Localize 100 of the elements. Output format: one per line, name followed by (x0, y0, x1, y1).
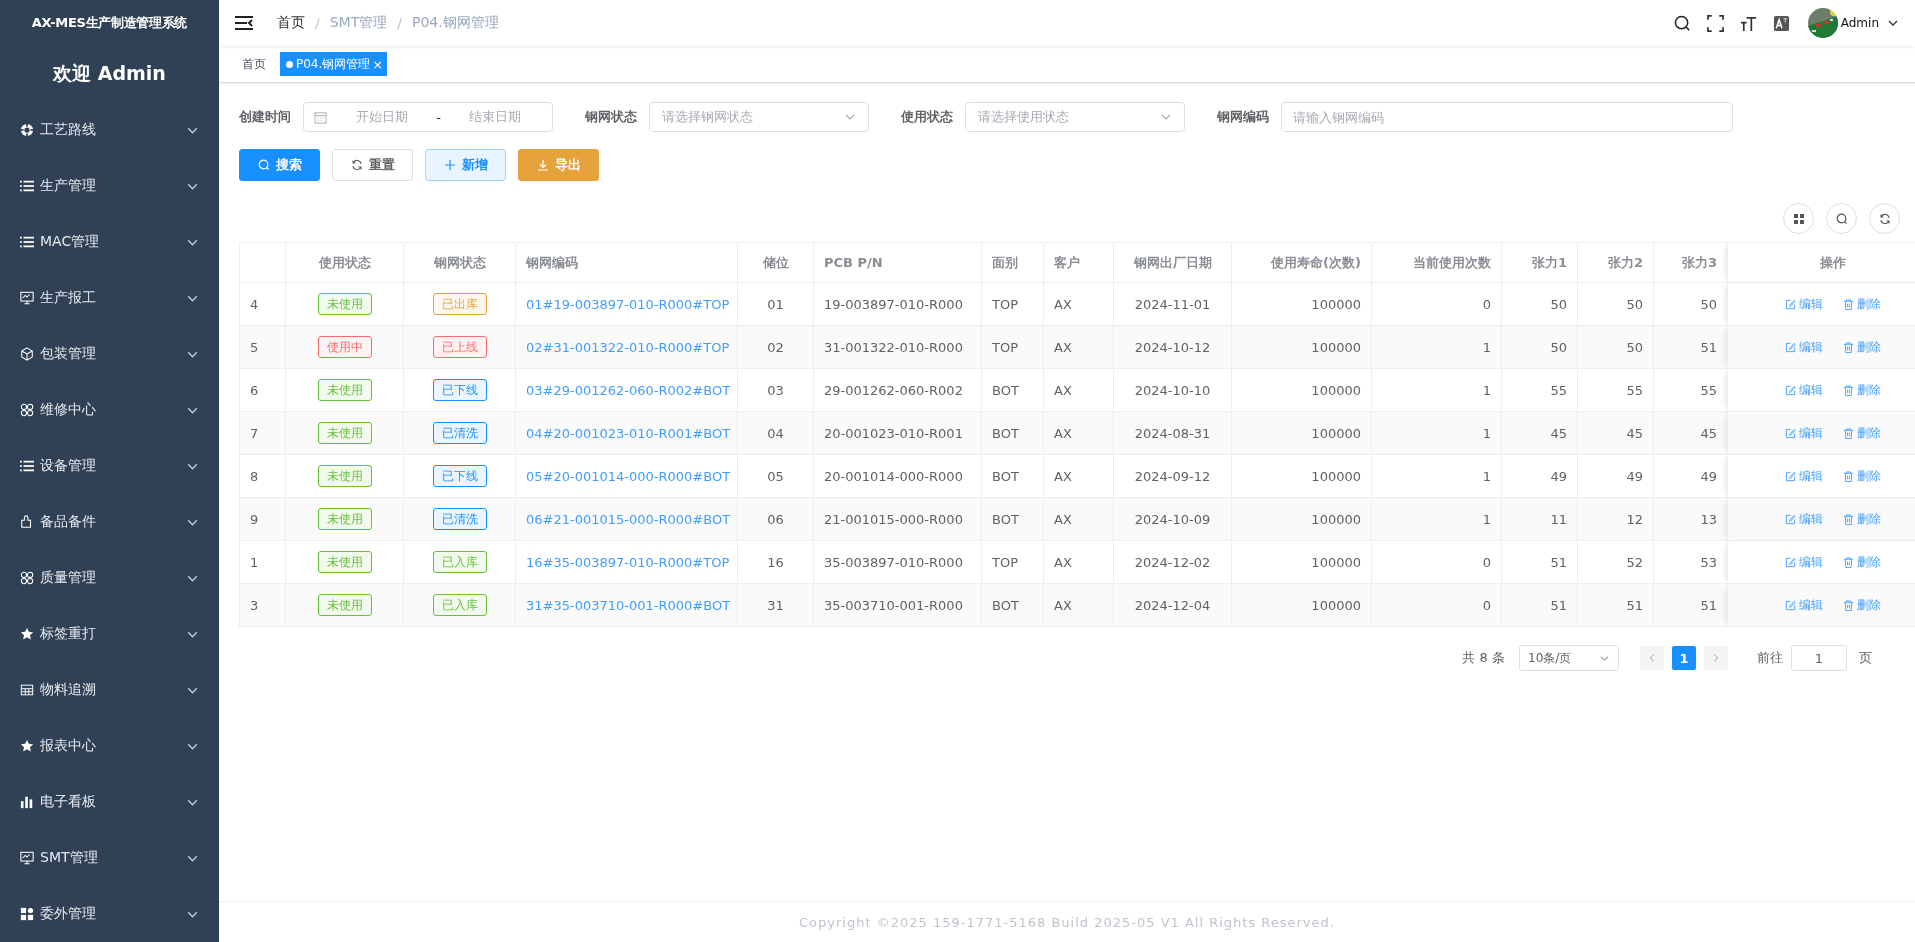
edit-link[interactable]: 编辑 (1784, 295, 1823, 313)
delete-link[interactable]: 删除 (1842, 295, 1881, 313)
customer-cell: AX (1054, 425, 1072, 441)
status-tag: 已清洗 (432, 508, 487, 530)
monitor-icon (20, 851, 34, 865)
life-cell: 100000 (1311, 425, 1361, 441)
tension-cell: 55 (1626, 382, 1643, 398)
breadcrumb-item[interactable]: 首页 (277, 14, 305, 32)
date-cell: 2024-12-02 (1134, 554, 1211, 570)
sidebar-item[interactable]: 物料追溯 (0, 662, 219, 718)
row-number: 7 (250, 425, 259, 441)
font-size-icon[interactable] (1739, 14, 1757, 32)
sidebar-item[interactable]: 生产报工 (0, 270, 219, 326)
select-field[interactable]: 请选择使用状态 (965, 102, 1185, 132)
customer-cell: AX (1054, 468, 1072, 484)
customer-cell: AX (1054, 382, 1072, 398)
bar-chart-icon (20, 795, 34, 809)
sidebar-item[interactable]: 工艺路线 (0, 102, 219, 158)
life-cell: 100000 (1311, 382, 1361, 398)
tension-cell: 50 (1626, 339, 1643, 355)
usage-tag: 未使用 (317, 379, 372, 401)
usage-tag: 未使用 (317, 465, 372, 487)
app-title: AX-MES生产制造管理系统 (30, 14, 189, 32)
column-header: 面别 (992, 254, 1018, 270)
usage-tag: 未使用 (317, 293, 372, 315)
page-tab[interactable]: P04.钢网管理× (280, 52, 388, 76)
select-field[interactable]: 请选择钢网状态 (649, 102, 869, 132)
usage-tag: 未使用 (317, 508, 372, 530)
tiles-icon (20, 907, 34, 921)
sidebar-item[interactable]: SMT管理 (0, 830, 219, 886)
refresh-button[interactable] (1869, 203, 1900, 234)
row-number: 4 (250, 296, 259, 312)
welcome-text: 欢迎 Admin (51, 61, 167, 86)
filter-label: 使用状态 (901, 108, 953, 126)
user-name[interactable]: Admin (1840, 16, 1879, 30)
page-tab[interactable]: 首页 (234, 52, 274, 76)
date-cell: 2024-10-10 (1134, 382, 1211, 398)
list-icon (20, 235, 34, 249)
sidebar-item[interactable]: MAC管理 (0, 214, 219, 270)
fullscreen-icon[interactable] (1706, 14, 1724, 32)
edit-link[interactable]: 编辑 (1784, 424, 1823, 442)
sidebar-item[interactable]: 报表中心 (0, 718, 219, 774)
page-input-field[interactable]: 1 (1791, 645, 1847, 671)
column-header: PCB P/N (824, 255, 883, 270)
delete-link[interactable]: 删除 (1842, 596, 1881, 614)
slot-cell: 16 (767, 554, 784, 570)
search-icon[interactable] (1673, 14, 1691, 32)
status-tag: 已出库 (432, 293, 487, 315)
action-button[interactable]: 新增 (425, 149, 506, 181)
trash-icon (1842, 341, 1854, 353)
tension-cell: 53 (1700, 554, 1717, 570)
tension-cell: 51 (1550, 554, 1567, 570)
delete-link[interactable]: 删除 (1842, 424, 1881, 442)
edit-link[interactable]: 编辑 (1784, 381, 1823, 399)
action-button[interactable]: 搜索 (239, 149, 320, 181)
breadcrumb-item[interactable]: SMT管理 (329, 14, 388, 32)
tension-cell: 52 (1626, 554, 1643, 570)
side-cell: TOP (992, 339, 1018, 355)
delete-link[interactable]: 删除 (1842, 338, 1881, 356)
puzzle-icon (20, 515, 34, 529)
sidebar-item[interactable]: 质量管理 (0, 550, 219, 606)
sidebar-item[interactable]: 包装管理 (0, 326, 219, 382)
list-icon (20, 459, 34, 473)
sidebar-item[interactable]: 生产管理 (0, 158, 219, 214)
customer-cell: AX (1054, 597, 1072, 613)
action-button[interactable]: 导出 (518, 149, 599, 181)
usage-tag: 未使用 (317, 422, 372, 444)
sidebar-item[interactable]: 委外管理 (0, 886, 219, 942)
side-cell: TOP (992, 296, 1018, 312)
action-button[interactable]: 重置 (332, 149, 413, 181)
edit-link[interactable]: 编辑 (1784, 338, 1823, 356)
delete-link[interactable]: 删除 (1842, 553, 1881, 571)
date-cell: 2024-09-12 (1134, 468, 1211, 484)
delete-link[interactable]: 删除 (1842, 381, 1881, 399)
date-range-field[interactable]: 开始日期 - 结束日期 (303, 102, 553, 132)
date-cell: 2024-08-31 (1134, 425, 1211, 441)
delete-link[interactable]: 删除 (1842, 467, 1881, 485)
breadcrumb-separator: / (397, 15, 402, 31)
edit-link[interactable]: 编辑 (1784, 510, 1823, 528)
translate-icon[interactable] (1772, 14, 1790, 32)
delete-link[interactable]: 删除 (1842, 510, 1881, 528)
count-cell: 1 (1482, 511, 1491, 527)
slot-cell: 05 (767, 468, 784, 484)
columns-button[interactable] (1783, 203, 1814, 234)
edit-link[interactable]: 编辑 (1784, 553, 1823, 571)
sidebar-item[interactable]: 电子看板 (0, 774, 219, 830)
chevron-left-icon (1647, 653, 1657, 663)
sidebar-item[interactable]: 维修中心 (0, 382, 219, 438)
usage-tag: 未使用 (317, 594, 372, 616)
page-number[interactable]: 1 (1672, 646, 1696, 670)
menu-icon[interactable] (235, 16, 253, 30)
copyright-footer: Copyright ©2025 159-1771-5168 Build 2025-05 V1 All Rights Reserved. (219, 901, 1915, 942)
edit-link[interactable]: 编辑 (1784, 467, 1823, 485)
code-input-field[interactable]: 请输入钢网编码 (1281, 102, 1733, 132)
sidebar-item[interactable]: 标签重打 (0, 606, 219, 662)
edit-link[interactable]: 编辑 (1784, 596, 1823, 614)
page-size-select[interactable]: 10条/页 (1519, 645, 1619, 671)
sidebar-item[interactable]: 设备管理 (0, 438, 219, 494)
sidebar-item[interactable]: 备品备件 (0, 494, 219, 550)
search-toggle-button[interactable] (1826, 203, 1857, 234)
